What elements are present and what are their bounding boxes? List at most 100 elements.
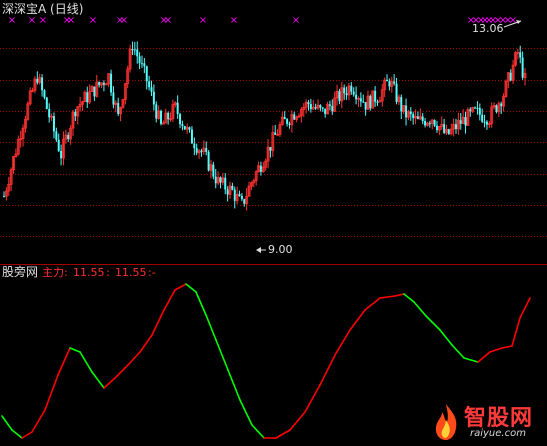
signal-marker: × bbox=[230, 15, 238, 26]
indicator-segment bbox=[304, 384, 321, 413]
candle-body bbox=[152, 91, 155, 105]
candle-body bbox=[138, 56, 141, 64]
indicator-segment bbox=[334, 329, 351, 356]
indicator-segment bbox=[79, 351, 93, 373]
stock-chart[interactable]: × × × ×× × ×× ×× × × × ×××××××××× bbox=[0, 0, 547, 446]
candle-body bbox=[93, 86, 96, 97]
candle-body bbox=[485, 121, 488, 125]
indicator-segment bbox=[11, 429, 23, 439]
candle-body bbox=[60, 150, 63, 159]
indicator-segment bbox=[215, 339, 229, 371]
candle-body bbox=[464, 117, 467, 126]
candle-body bbox=[288, 123, 291, 125]
candle-body bbox=[519, 52, 522, 58]
candle-body bbox=[521, 57, 524, 78]
candle-body bbox=[328, 104, 331, 106]
candle-body bbox=[455, 124, 458, 130]
low-arrowhead bbox=[256, 247, 261, 253]
indicator-trailing: :- bbox=[148, 266, 156, 279]
indicator-segment bbox=[275, 429, 291, 439]
candle-body bbox=[435, 125, 438, 131]
signal-markers: × × × ×× × ×× ×× × × × ×××××××××× bbox=[8, 15, 517, 26]
chart-title: 深深宝A (日线) bbox=[2, 2, 84, 16]
candle-body bbox=[188, 127, 191, 130]
candle-body bbox=[412, 114, 415, 118]
candle-body bbox=[136, 49, 139, 57]
indicator-segment bbox=[31, 409, 46, 433]
indicator-segment bbox=[44, 374, 59, 411]
indicator-segment bbox=[489, 347, 503, 353]
candle-body bbox=[309, 104, 312, 110]
indicator-segment bbox=[163, 289, 176, 311]
candle-body bbox=[338, 91, 341, 101]
candle-body bbox=[355, 94, 358, 100]
candle-body bbox=[67, 134, 70, 139]
candle-body bbox=[176, 102, 179, 115]
candle-body bbox=[43, 90, 46, 98]
candle-body bbox=[183, 126, 186, 130]
signal-marker: × bbox=[89, 15, 97, 26]
candle-body bbox=[331, 105, 334, 112]
candle-body bbox=[359, 98, 362, 102]
candle-body bbox=[369, 95, 372, 109]
indicator-segment bbox=[103, 377, 116, 389]
indicator-segment bbox=[319, 354, 336, 386]
candle-body bbox=[219, 177, 222, 183]
candle-body bbox=[269, 147, 272, 151]
signal-marker: × bbox=[292, 15, 300, 26]
candlestick-series[interactable] bbox=[3, 41, 527, 211]
candle-body bbox=[110, 73, 113, 93]
candle-body bbox=[200, 150, 203, 152]
candle-body bbox=[400, 97, 403, 112]
signal-marker: × bbox=[28, 15, 36, 26]
candle-body bbox=[212, 164, 215, 177]
signal-marker: × bbox=[164, 15, 172, 26]
candle-body bbox=[421, 116, 424, 121]
candle-body bbox=[131, 49, 134, 51]
candle-body bbox=[476, 107, 479, 109]
indicator-segment bbox=[413, 301, 427, 317]
candle-body bbox=[393, 81, 396, 84]
indicator-segment bbox=[195, 291, 207, 316]
signal-marker: × bbox=[8, 15, 16, 26]
candle-body bbox=[160, 110, 163, 124]
candle-body bbox=[140, 63, 143, 65]
indicator-segment bbox=[69, 347, 81, 353]
candle-body bbox=[374, 90, 377, 102]
indicator-series-name: 主力: bbox=[42, 266, 68, 279]
signal-marker: × bbox=[67, 15, 75, 26]
extreme-arrows bbox=[256, 20, 522, 253]
signal-marker: × bbox=[199, 15, 207, 26]
candle-body bbox=[376, 101, 379, 103]
candle-body bbox=[314, 107, 317, 109]
indicator-value-2: 11.55 bbox=[115, 266, 147, 279]
candle-body bbox=[155, 104, 158, 119]
watermark-url: raiyue.com bbox=[470, 428, 526, 439]
indicator-segment bbox=[205, 314, 217, 341]
candle-body bbox=[447, 129, 450, 134]
candle-body bbox=[52, 116, 55, 132]
candle-body bbox=[193, 143, 196, 149]
candle-body bbox=[481, 114, 484, 122]
indicator-segment bbox=[251, 424, 265, 439]
candle-body bbox=[48, 108, 51, 118]
indicator-segment bbox=[501, 345, 513, 349]
indicator-segment bbox=[451, 344, 465, 359]
candle-body bbox=[286, 119, 289, 124]
indicator-segment bbox=[394, 293, 405, 297]
indicator-segment bbox=[349, 309, 366, 331]
indicator-segment bbox=[91, 371, 105, 389]
candle-body bbox=[179, 114, 182, 125]
candle-body bbox=[478, 107, 481, 115]
candle-body bbox=[57, 139, 60, 151]
candle-body bbox=[474, 107, 477, 109]
candle-body bbox=[459, 120, 462, 124]
candle-body bbox=[469, 109, 472, 112]
indicator-name: 股旁网 bbox=[2, 265, 39, 279]
candle-body bbox=[283, 117, 286, 120]
candle-body bbox=[167, 113, 170, 120]
candle-body bbox=[3, 196, 5, 198]
candle-body bbox=[112, 92, 115, 105]
low-price-label: 9.00 bbox=[268, 243, 293, 256]
indicator-segment bbox=[139, 334, 153, 353]
